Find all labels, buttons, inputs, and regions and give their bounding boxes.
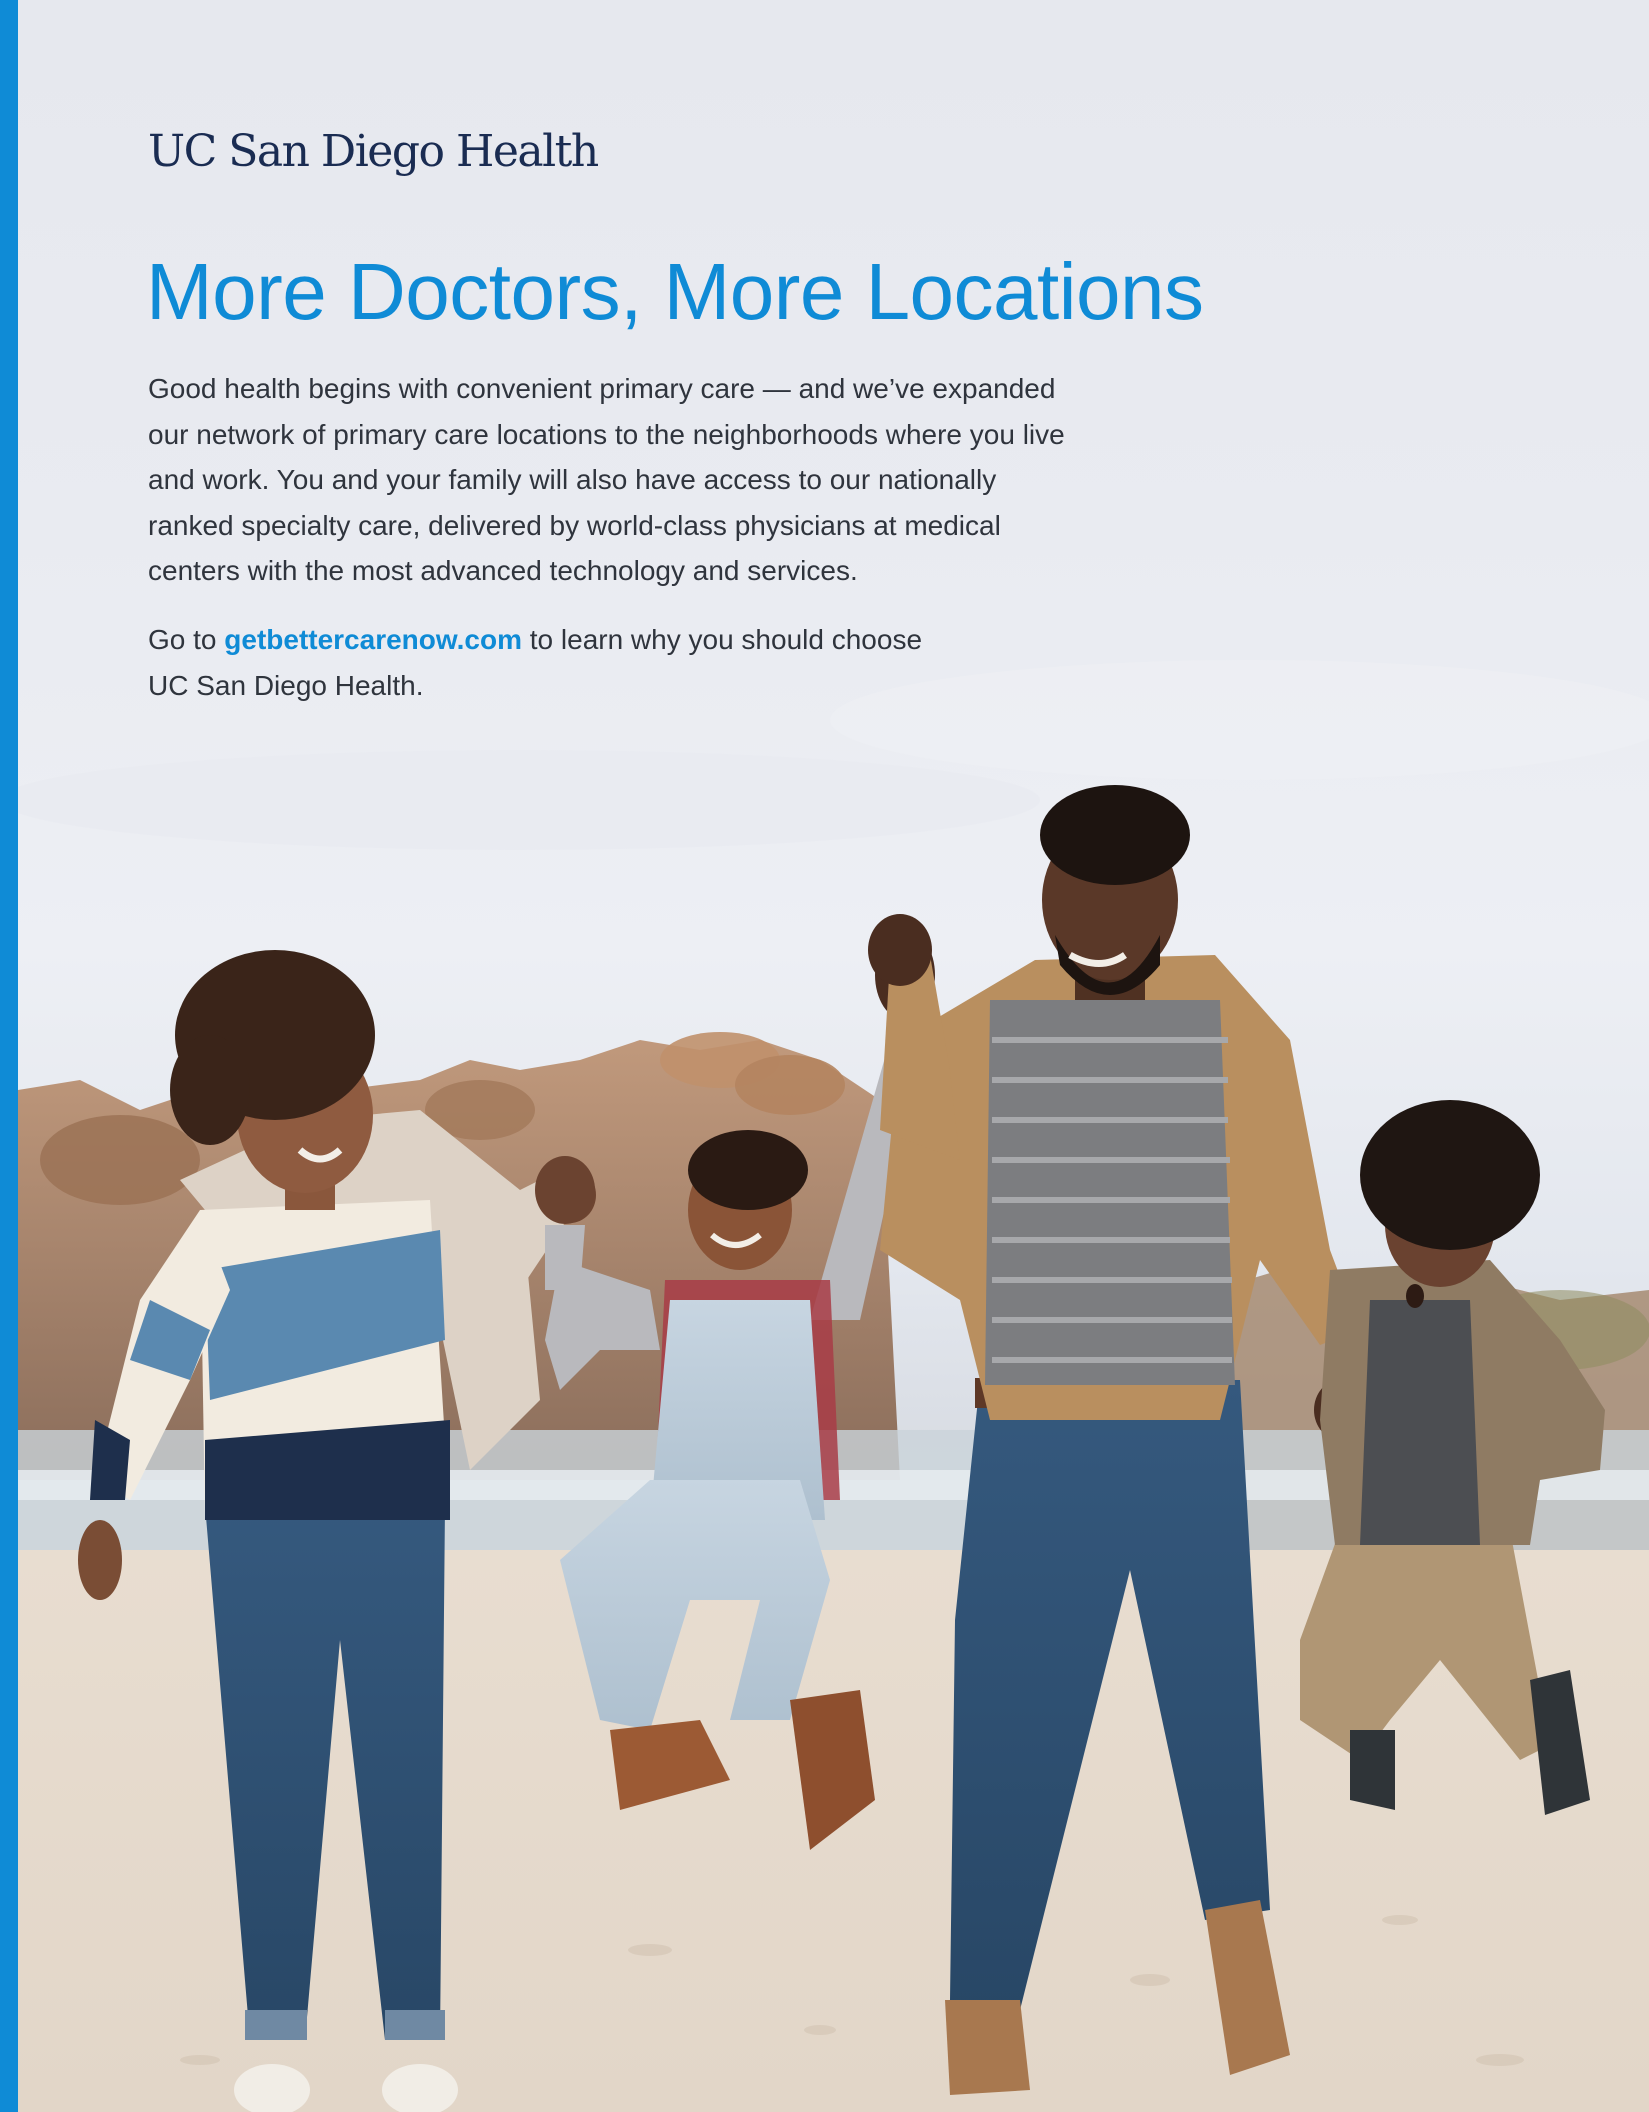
brand-logo: UC San Diego Health (148, 126, 599, 177)
ad-page: UC San Diego Health More Doctors, More L… (0, 0, 1649, 2112)
cta-prefix: Go to (148, 624, 225, 655)
headline: More Doctors, More Locations (146, 247, 1204, 336)
website-link[interactable]: getbettercarenow.com (224, 624, 522, 655)
body-paragraph: Good health begins with convenient prima… (148, 373, 1065, 586)
cta-paragraph: Go to getbettercarenow.com to learn why … (148, 617, 968, 708)
accent-bar (0, 0, 18, 2112)
